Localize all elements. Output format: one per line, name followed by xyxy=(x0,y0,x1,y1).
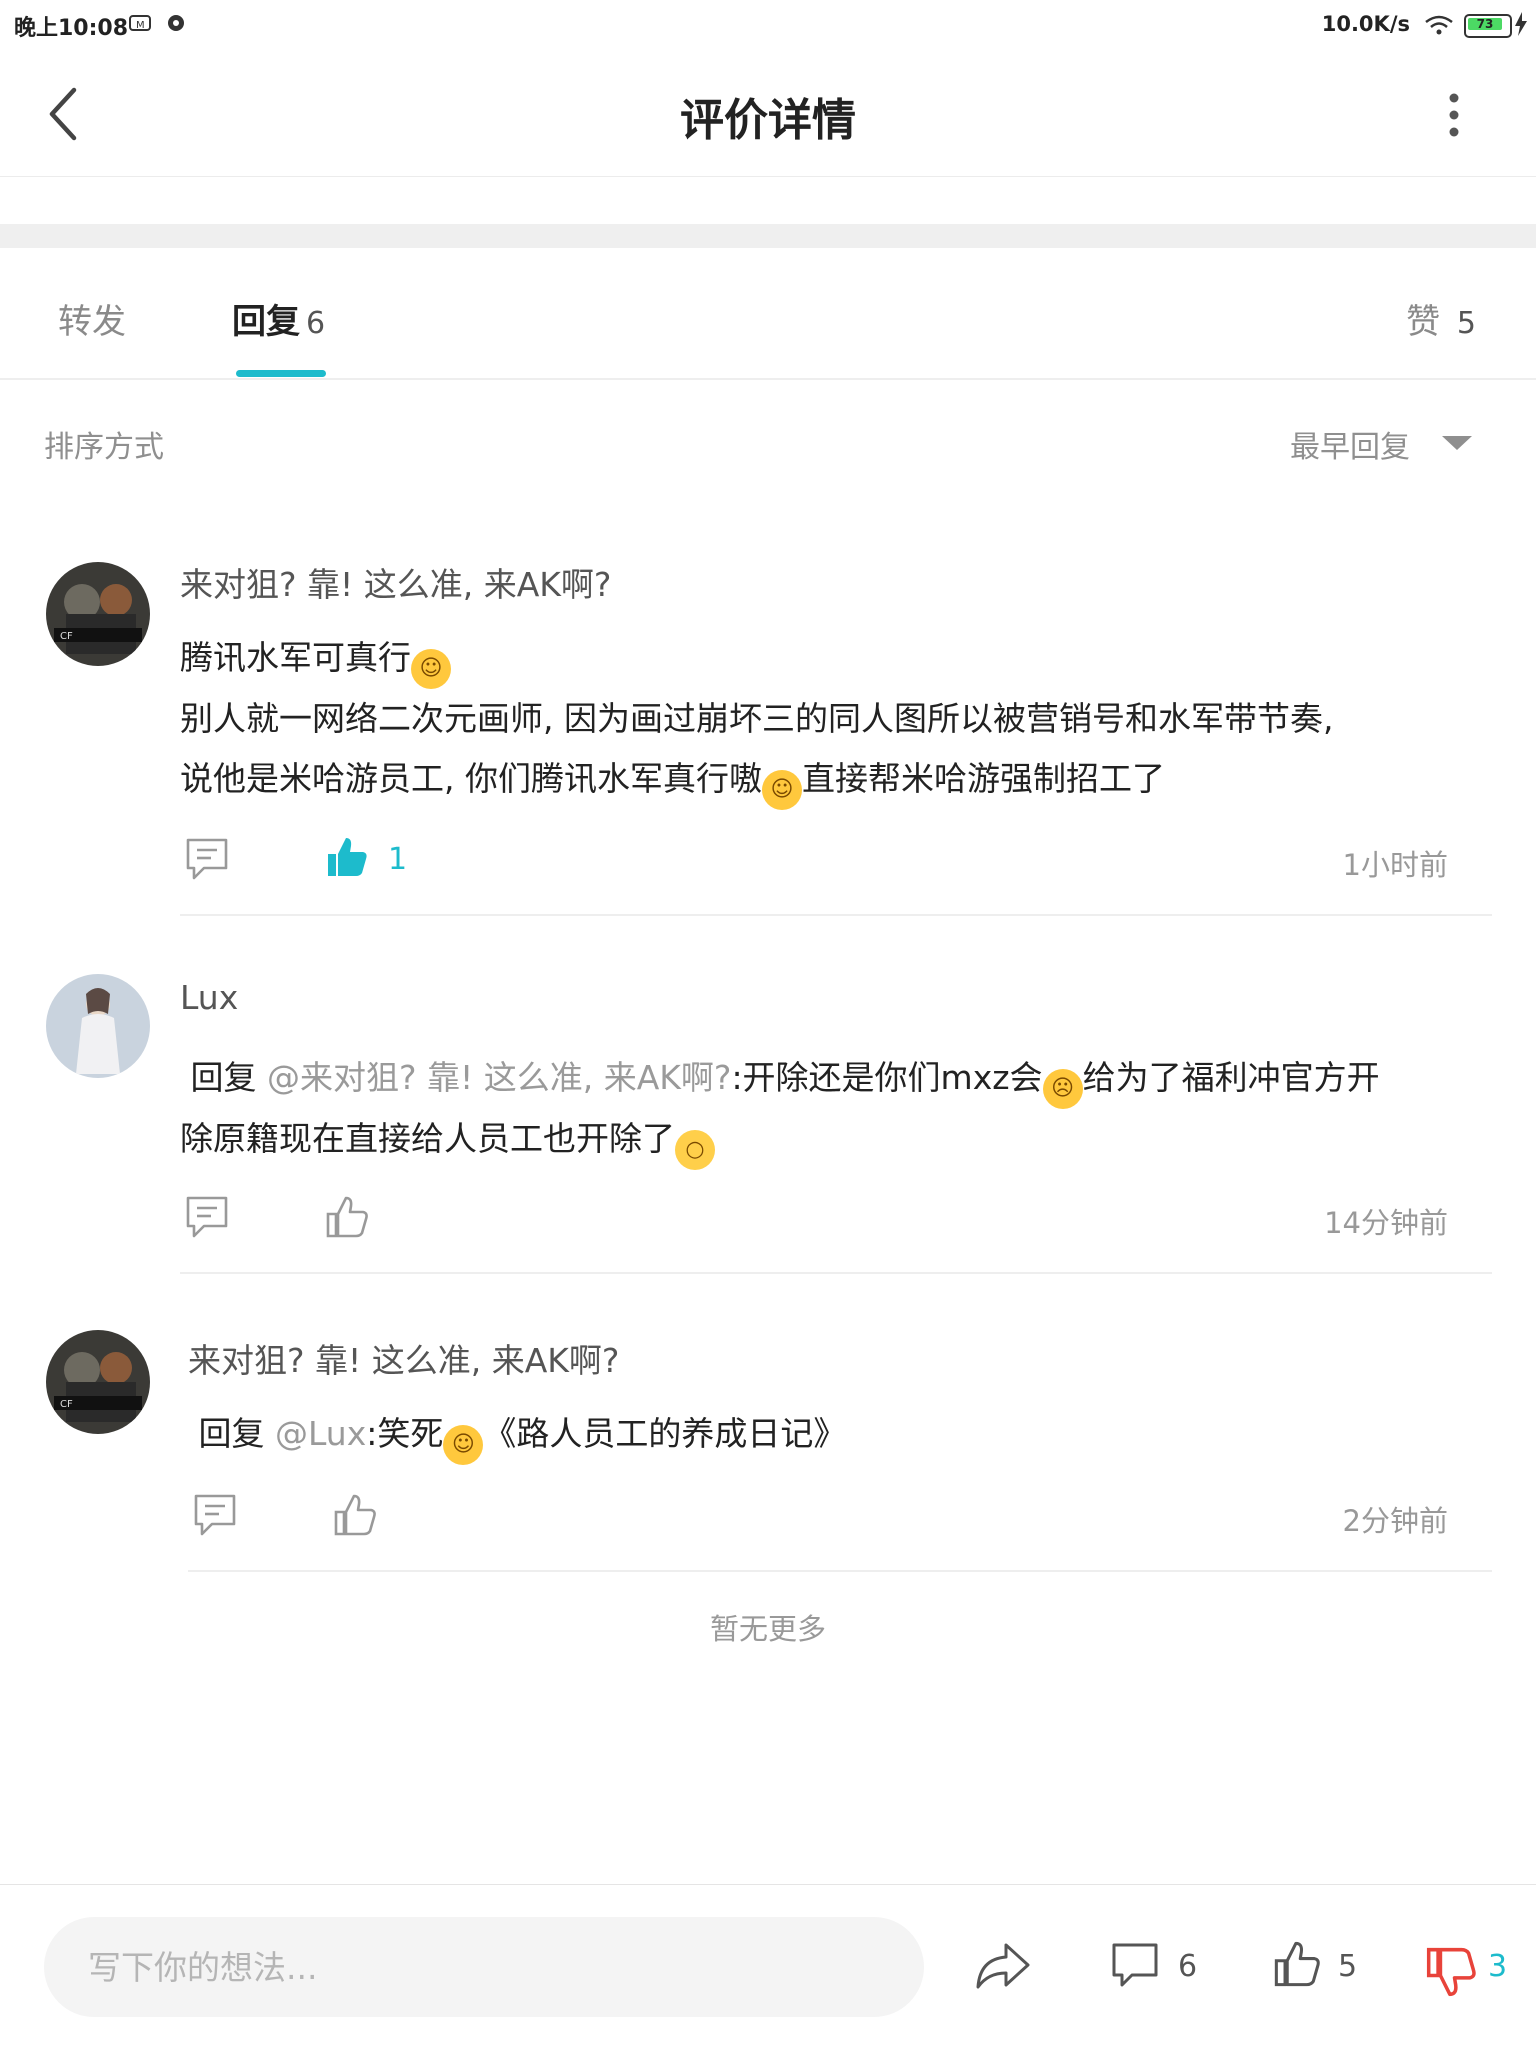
tab-forward[interactable]: 转发 xyxy=(58,294,126,343)
dislike-count: 3 xyxy=(1488,1949,1508,1984)
share-icon[interactable] xyxy=(974,1941,1032,1993)
wifi-icon xyxy=(1425,15,1453,35)
mention-link[interactable]: @来对狙? 靠! 这么准, 来AK啊? xyxy=(267,1058,731,1097)
avatar-image: CF xyxy=(46,562,150,666)
comment-count: 6 xyxy=(1178,1949,1198,1984)
tab-active-indicator xyxy=(236,370,326,377)
app-header: 评价详情 xyxy=(0,50,1536,177)
comment-text-line: 直接帮米哈游强制招工了 xyxy=(801,759,1165,798)
chevron-down-icon[interactable] xyxy=(1442,434,1472,452)
tab-like[interactable]: 赞 5 xyxy=(1406,294,1476,343)
tab-like-label: 赞 xyxy=(1406,302,1441,342)
scream-emoji-icon: ○ xyxy=(675,1130,715,1170)
avatar[interactable] xyxy=(46,974,150,1078)
chat-notification-icon xyxy=(168,15,184,31)
comment-text-line: 腾讯水军可真行 xyxy=(180,638,411,677)
comment-time: 2分钟前 xyxy=(1342,1504,1448,1538)
like-count: 1 xyxy=(388,842,408,877)
comment-text-line: 别人就一网络二次元画师, 因为画过崩坏三的同人图所以被营销号和水军带节奏, xyxy=(180,699,1334,738)
thumb-up-icon[interactable] xyxy=(332,1492,378,1538)
smile-emoji-icon: ☺ xyxy=(761,770,802,810)
thumb-up-icon[interactable] xyxy=(324,834,370,880)
tab-reply-count: 6 xyxy=(306,306,326,341)
status-time: 晚上10:08 xyxy=(14,16,129,41)
comment-time: 14分钟前 xyxy=(1324,1206,1448,1240)
more-vertical-icon[interactable] xyxy=(1444,90,1464,140)
network-speed: 10.0K/s xyxy=(1321,12,1410,36)
comment-text-line: 《路人员工的养成日记》 xyxy=(483,1414,847,1453)
smile-emoji-icon: ☺ xyxy=(411,649,451,689)
reply-prefix: 回复 xyxy=(190,1058,257,1097)
comment-username[interactable]: Lux xyxy=(180,978,238,1017)
comment-text: 回复 @Lux:笑死 ☺ 《路人员工的养成日记》 xyxy=(188,1404,1488,1465)
section-separator xyxy=(0,224,1536,248)
sweat-emoji-icon: ☹ xyxy=(1042,1069,1083,1109)
comment-time: 1小时前 xyxy=(1342,848,1448,882)
page-title: 评价详情 xyxy=(680,95,856,146)
notification-app-icon: M xyxy=(129,15,151,31)
comment-username[interactable]: 来对狙? 靠! 这么准, 来AK啊? xyxy=(180,558,611,606)
comment-text-line: 给为了福利冲官方开 xyxy=(1082,1058,1380,1097)
comment-text-line: 说他是米哈游员工, 你们腾讯水军真行嗷 xyxy=(180,759,762,798)
comment-icon[interactable] xyxy=(1110,1941,1160,1991)
sort-label: 排序方式 xyxy=(44,430,164,465)
comment-divider xyxy=(180,1272,1492,1274)
comment-icon[interactable] xyxy=(192,1492,238,1538)
avatar-image xyxy=(46,974,150,1078)
reply-input[interactable] xyxy=(44,1917,888,2017)
comment-divider xyxy=(188,1570,1492,1572)
tab-bar: 转发 回复 6 赞 5 xyxy=(0,248,1536,380)
comment-icon[interactable] xyxy=(184,1194,230,1240)
reply-prefix: 回复 xyxy=(198,1414,265,1453)
comment-text-line: :笑死 xyxy=(366,1414,444,1453)
battery-level: 73 xyxy=(1468,18,1502,30)
comment-username[interactable]: 来对狙? 靠! 这么准, 来AK啊? xyxy=(188,1334,619,1382)
comment-icon[interactable] xyxy=(184,836,230,882)
no-more-label: 暂无更多 xyxy=(709,1612,826,1646)
bottom-action-bar: 6 5 3 xyxy=(0,1884,1536,2049)
avatar[interactable]: CF xyxy=(46,1330,150,1434)
tab-reply[interactable]: 回复 6 xyxy=(232,294,325,343)
tab-reply-label: 回复 xyxy=(232,302,300,342)
avatar-image: CF xyxy=(46,1330,150,1434)
svg-text:CF: CF xyxy=(60,631,73,642)
thumb-up-icon[interactable] xyxy=(324,1194,370,1240)
smile-emoji-icon: ☺ xyxy=(443,1425,484,1465)
status-bar: 晚上10:08 M 10.0K/s 73 xyxy=(0,0,1536,50)
thumb-down-icon[interactable] xyxy=(1424,1945,1478,1999)
reply-input-container[interactable] xyxy=(44,1917,924,2017)
comment-text-line: :开除还是你们mxz会 xyxy=(731,1058,1043,1097)
sort-value: 最早回复 xyxy=(1290,430,1410,465)
like-count: 5 xyxy=(1338,1949,1358,1984)
mention-link[interactable]: @Lux xyxy=(275,1414,366,1453)
thumb-up-icon[interactable] xyxy=(1272,1939,1322,1989)
svg-text:M: M xyxy=(136,20,145,31)
sort-dropdown[interactable]: 最早回复 xyxy=(1290,422,1410,466)
battery-icon: 73 xyxy=(1464,14,1512,38)
avatar[interactable]: CF xyxy=(46,562,150,666)
charging-icon xyxy=(1515,12,1527,36)
comment-text: 腾讯水军可真行 ☺ 别人就一网络二次元画师, 因为画过崩坏三的同人图所以被营销号和… xyxy=(180,628,1500,810)
tab-like-count: 5 xyxy=(1456,306,1476,341)
tab-forward-label: 转发 xyxy=(58,302,126,342)
comment-text-line: 除原籍现在直接给人员工也开除了 xyxy=(180,1119,675,1158)
svg-text:CF: CF xyxy=(60,1399,73,1410)
comment-divider xyxy=(180,914,1492,916)
comment-text: 回复 @来对狙? 靠! 这么准, 来AK啊?:开除还是你们mxz会 ☹ 给为了福利冲… xyxy=(180,1048,1500,1170)
